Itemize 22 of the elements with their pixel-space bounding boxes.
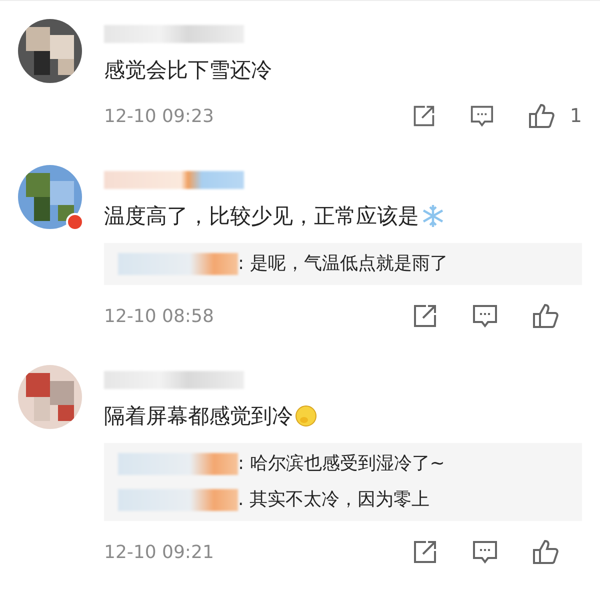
comment-icon[interactable] [470,103,494,129]
thumbs-up-icon[interactable] [532,303,560,329]
comment-icon[interactable] [472,303,498,329]
timestamp: 12-10 09:21 [104,542,215,562]
share-icon[interactable] [412,539,438,565]
timestamp: 12-10 08:58 [104,306,215,326]
reply-text: . 其实不太冷，因为零上 [238,488,430,512]
emoji-icon [295,405,317,427]
thumbs-up-icon[interactable] [532,539,560,565]
comment-text: 隔着屏幕都感觉到冷 [104,403,293,430]
like-count: 1 [570,105,582,127]
share-icon[interactable] [412,303,438,329]
comment-text: 感觉会比下雪还冷 [104,57,272,84]
comment-icon[interactable] [472,539,498,565]
reply-text: : 哈尔滨也感受到湿冷了~ [238,452,445,476]
thumbs-up-icon[interactable] [528,103,556,129]
snowflake-icon [421,204,445,228]
comment-text: 温度高了，比较少见，正常应该是 [104,203,419,230]
timestamp: 12-10 09:23 [104,106,215,126]
share-icon[interactable] [412,103,436,129]
reply-text: : 是呢，气温低点就是雨了 [238,252,448,276]
reply-box[interactable]: : 是呢，气温低点就是雨了 [104,243,582,285]
